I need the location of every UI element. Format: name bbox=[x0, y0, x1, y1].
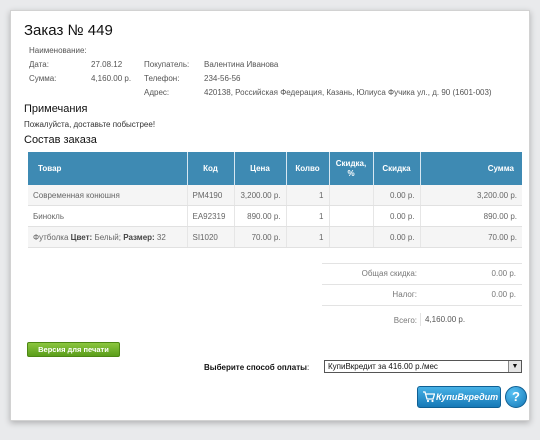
buyer-value: Валентина Иванова bbox=[204, 60, 279, 69]
table-row: Бинокль EA92319 890.00 р. 1 0.00 р. 890.… bbox=[28, 205, 522, 227]
total-label: Всего: bbox=[393, 316, 417, 325]
cell-discount: 0.00 р. bbox=[373, 185, 421, 206]
cell-price: 3,200.00 р. bbox=[234, 185, 287, 206]
cell-price: 70.00 р. bbox=[234, 226, 287, 248]
cell-discount: 0.00 р. bbox=[373, 226, 421, 248]
payment-method-select[interactable]: КупиВкредит за 416.00 р./мес ▼ bbox=[324, 360, 522, 373]
cell-code: PM4190 bbox=[187, 185, 235, 206]
sum-label: Сумма: bbox=[29, 74, 57, 83]
sum-value: 4,160.00 р. bbox=[91, 74, 132, 83]
notes-heading: Примечания bbox=[24, 103, 88, 115]
summary-row-total: Всего: 4,160.00 р. bbox=[322, 305, 522, 336]
cell-qty: 1 bbox=[286, 185, 330, 206]
address-label: Адрес: bbox=[144, 88, 170, 97]
col-header-discount-pct-line1: Скидка, bbox=[335, 158, 367, 168]
cell-qty: 1 bbox=[286, 205, 330, 227]
cell-price: 890.00 р. bbox=[234, 205, 287, 227]
payment-method-label-colon: : bbox=[306, 363, 310, 372]
tax-value: 0.00 р. bbox=[491, 290, 516, 299]
color-label: Цвет: bbox=[70, 232, 93, 242]
kupivkredit-label: КупиВкредит bbox=[436, 392, 499, 402]
buyer-label: Покупатель: bbox=[144, 60, 190, 69]
col-header-qty: Колво bbox=[286, 152, 330, 185]
total-value: 4,160.00 р. bbox=[425, 315, 466, 324]
cell-discount-pct bbox=[329, 185, 374, 206]
col-header-discount-pct-line2: % bbox=[347, 168, 355, 178]
total-discount-value: 0.00 р. bbox=[491, 269, 516, 278]
cell-product: Бинокль bbox=[28, 205, 188, 227]
chevron-down-icon[interactable]: ▼ bbox=[508, 361, 521, 372]
col-header-code: Код bbox=[187, 152, 235, 185]
product-name: Футболка bbox=[33, 232, 71, 242]
cell-sum: 890.00 р. bbox=[420, 205, 522, 227]
phone-label: Телефон: bbox=[144, 74, 180, 83]
cell-code: EA92319 bbox=[187, 205, 235, 227]
col-header-product: Товар bbox=[28, 152, 188, 185]
cell-discount: 0.00 р. bbox=[373, 205, 421, 227]
col-header-price: Цена bbox=[234, 152, 287, 185]
print-version-button[interactable]: Версия для печати bbox=[27, 342, 120, 357]
size-label: Размер: bbox=[123, 232, 155, 242]
total-discount-label: Общая скидка: bbox=[361, 269, 417, 278]
address-value: 420138, Российская Федерация, Казань, Юл… bbox=[204, 88, 492, 97]
table-row: Современная конюшня PM4190 3,200.00 р. 1… bbox=[28, 185, 522, 206]
kupivkredit-button[interactable]: КупиВкредит bbox=[417, 386, 501, 408]
order-items-table: Товар Код Цена Колво Скидка,% Скидка Сум… bbox=[28, 152, 522, 248]
total-box: 4,160.00 р. bbox=[420, 313, 515, 326]
date-value: 27.08.12 bbox=[91, 60, 123, 69]
name-label: Наименование: bbox=[29, 46, 87, 55]
cell-code: SI1020 bbox=[187, 226, 235, 248]
notes-text: Пожалуйста, доставьте побыстрее! bbox=[24, 120, 156, 129]
cart-icon bbox=[423, 391, 435, 403]
cell-discount-pct bbox=[329, 205, 374, 227]
payment-method-label-text: Выберите способ оплаты bbox=[204, 363, 307, 372]
payment-method-selected: КупиВкредит за 416.00 р./мес bbox=[328, 362, 438, 371]
payment-method-label: Выберите способ оплаты: bbox=[204, 363, 309, 372]
cell-sum: 70.00 р. bbox=[420, 226, 522, 248]
col-header-discount-pct: Скидка,% bbox=[329, 152, 374, 185]
tax-label: Налог: bbox=[392, 290, 417, 299]
question-icon[interactable]: ? bbox=[505, 386, 527, 408]
phone-value: 234-56-56 bbox=[204, 74, 241, 83]
order-panel: Заказ № 449 Наименование: Дата: 27.08.12… bbox=[10, 10, 530, 421]
table-header-row: Товар Код Цена Колво Скидка,% Скидка Сум… bbox=[28, 152, 522, 185]
cell-discount-pct bbox=[329, 226, 374, 248]
col-header-discount: Скидка bbox=[373, 152, 421, 185]
composition-heading: Состав заказа bbox=[24, 134, 97, 146]
date-label: Дата: bbox=[29, 60, 49, 69]
cell-qty: 1 bbox=[286, 226, 330, 248]
page-title: Заказ № 449 bbox=[24, 22, 113, 39]
col-header-sum: Сумма bbox=[420, 152, 522, 185]
summary-row-discount: Общая скидка: 0.00 р. bbox=[322, 263, 522, 284]
summary-row-tax: Налог: 0.00 р. bbox=[322, 284, 522, 305]
cell-product: Современная конюшня bbox=[28, 185, 188, 206]
table-row: Футболка Цвет: Белый; Размер: 32 SI1020 … bbox=[28, 226, 522, 248]
cell-product: Футболка Цвет: Белый; Размер: 32 bbox=[28, 226, 188, 248]
size-value: 32 bbox=[154, 232, 166, 242]
cell-sum: 3,200.00 р. bbox=[420, 185, 522, 206]
color-value: Белый; bbox=[92, 232, 124, 242]
